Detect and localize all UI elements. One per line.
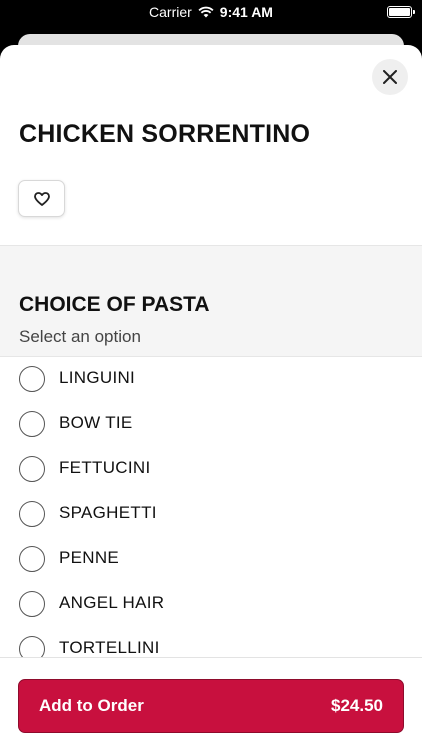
carrier-label: Carrier — [149, 4, 192, 20]
add-to-order-button[interactable]: Add to Order $24.50 — [18, 679, 404, 733]
radio-icon[interactable] — [19, 591, 45, 617]
option-label: ANGEL HAIR — [59, 593, 165, 612]
option-row-angel-hair[interactable]: ANGEL HAIR — [0, 582, 422, 627]
close-icon — [383, 70, 397, 84]
battery-fill — [389, 8, 410, 16]
option-row-tortellini[interactable]: TORTELLINI — [0, 627, 422, 657]
status-center: Carrier 9:41 AM — [0, 4, 422, 20]
option-label: TORTELLINI — [59, 638, 160, 657]
close-button[interactable] — [372, 59, 408, 95]
option-row-linguini[interactable]: LINGUINI — [0, 357, 422, 402]
option-row-bow-tie[interactable]: BOW TIE — [0, 402, 422, 447]
option-row-spaghetti[interactable]: SPAGHETTI — [0, 492, 422, 537]
order-footer: Add to Order $24.50 — [0, 657, 422, 750]
radio-icon[interactable] — [19, 366, 45, 392]
add-to-order-label: Add to Order — [39, 696, 144, 715]
status-time: 9:41 AM — [219, 4, 273, 20]
status-bar: Carrier 9:41 AM — [0, 0, 422, 26]
section-title: CHOICE OF PASTA — [19, 293, 210, 316]
option-label: PENNE — [59, 548, 120, 567]
app-screen: Carrier 9:41 AM CHICKEN SORRENTINO CHOIC… — [0, 0, 422, 750]
option-row-fettucini[interactable]: FETTUCINI — [0, 447, 422, 492]
radio-icon[interactable] — [19, 501, 45, 527]
item-detail-sheet: CHICKEN SORRENTINO CHOICE OF PASTA Selec… — [0, 45, 422, 750]
favorite-button[interactable] — [18, 180, 65, 217]
wifi-icon — [198, 6, 214, 18]
section-header: CHOICE OF PASTA Select an option — [0, 245, 422, 357]
radio-icon[interactable] — [19, 546, 45, 572]
option-label: BOW TIE — [59, 413, 133, 432]
item-title: CHICKEN SORRENTINO — [19, 120, 311, 148]
order-price: $24.50 — [331, 696, 383, 715]
pasta-options-list: LINGUINI BOW TIE FETTUCINI SPAGHETTI PEN… — [0, 357, 422, 657]
option-label: LINGUINI — [59, 368, 136, 387]
radio-icon[interactable] — [19, 411, 45, 437]
option-row-penne[interactable]: PENNE — [0, 537, 422, 582]
radio-icon[interactable] — [19, 456, 45, 482]
radio-icon[interactable] — [19, 636, 45, 657]
heart-icon — [33, 191, 50, 206]
section-subtitle: Select an option — [19, 327, 141, 346]
option-label: FETTUCINI — [59, 458, 151, 477]
option-label: SPAGHETTI — [59, 503, 157, 522]
battery-icon — [387, 6, 415, 18]
